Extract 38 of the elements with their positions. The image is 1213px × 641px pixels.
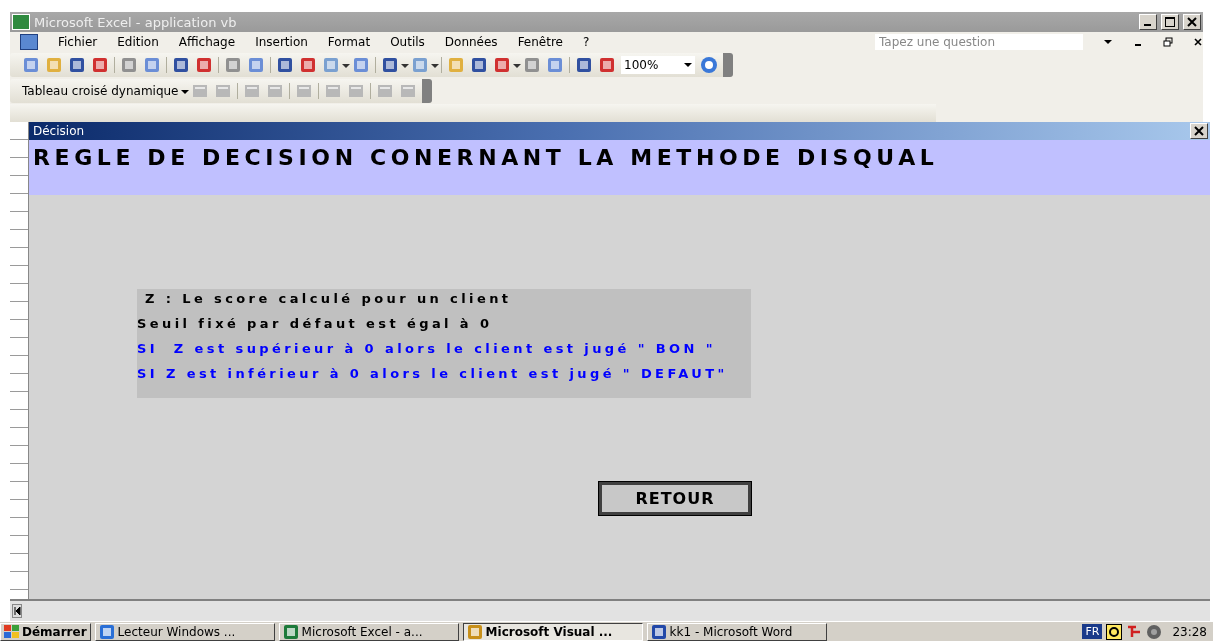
taskbar-button[interactable]: Lecteur Windows ... bbox=[94, 622, 275, 641]
first-sheet-button[interactable] bbox=[12, 604, 22, 618]
maximize-icon[interactable] bbox=[1165, 17, 1175, 27]
menu-item[interactable]: Fenêtre bbox=[517, 35, 563, 49]
menu-item[interactable]: Fichier bbox=[58, 35, 98, 49]
rule-text: Seuil fixé par défaut est égal à 0 bbox=[137, 316, 494, 332]
menu-item[interactable]: Format bbox=[327, 35, 371, 49]
zoom-field[interactable]: 100% bbox=[621, 56, 695, 74]
caret-icon[interactable] bbox=[684, 61, 692, 69]
start-button[interactable]: Démarrer bbox=[0, 622, 91, 641]
restore-icon[interactable] bbox=[1163, 37, 1173, 47]
minimize-button[interactable] bbox=[1139, 14, 1157, 30]
maximize-button[interactable] bbox=[1161, 14, 1179, 30]
heading: REGLE DE DECISION CONERNANT LA METHODE DISQUAL bbox=[33, 145, 939, 170]
menu-item[interactable]: Edition bbox=[117, 35, 159, 49]
rule-text: Z : Le score calculé pour un client bbox=[143, 291, 513, 307]
clock: 23:28 bbox=[1171, 624, 1208, 639]
window-title: Microsoft Excel - application vb bbox=[34, 14, 237, 30]
close-button[interactable] bbox=[1190, 123, 1208, 139]
return-button[interactable]: RETOUR bbox=[599, 482, 751, 515]
rule-text: SI Z est inférieur à 0 alors le client est jugé " DEFAUT" bbox=[137, 366, 729, 382]
windows-flag-icon bbox=[4, 624, 20, 639]
close-button[interactable] bbox=[1183, 14, 1201, 30]
menu-item[interactable]: Outils bbox=[390, 35, 425, 49]
taskbar-button[interactable]: kk1 - Microsoft Word bbox=[646, 622, 827, 641]
close-icon[interactable] bbox=[1193, 37, 1203, 47]
taskbar-button[interactable]: Microsoft Excel - a... bbox=[278, 622, 459, 641]
question-field[interactable]: Tapez une question bbox=[875, 34, 1083, 50]
caret-icon[interactable] bbox=[1103, 37, 1113, 47]
menu-item[interactable]: ? bbox=[583, 35, 590, 49]
menu-item[interactable]: Données bbox=[444, 35, 498, 49]
language-indicator[interactable]: FR bbox=[1082, 624, 1103, 639]
dialog-title: Décision bbox=[33, 124, 85, 138]
menu-item[interactable]: Insertion bbox=[255, 35, 308, 49]
menu-item[interactable]: Affichage bbox=[178, 35, 236, 49]
toolbar-options-button[interactable] bbox=[421, 79, 432, 103]
taskbar-button[interactable]: Microsoft Visual ... bbox=[462, 622, 643, 641]
rule-text: SI Z est supérieur à 0 alors le client est jugé " BON " bbox=[137, 341, 717, 357]
